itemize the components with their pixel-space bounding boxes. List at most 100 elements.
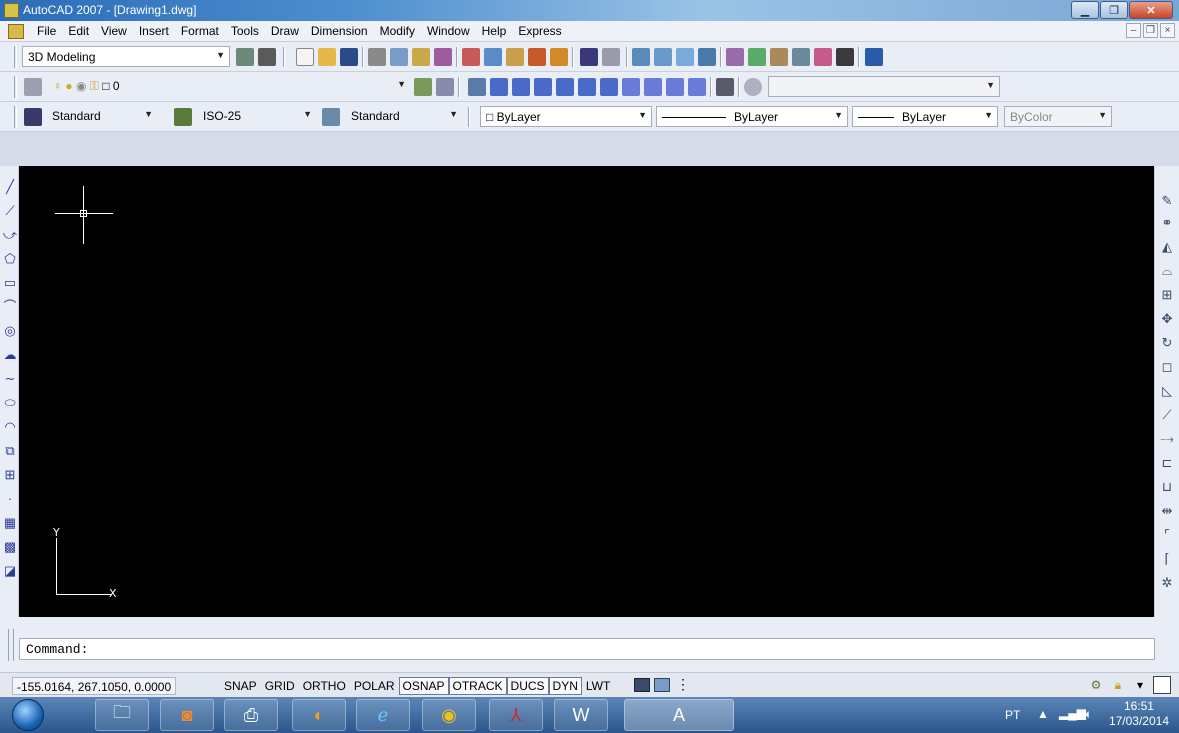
internet-explorer-taskbar-icon[interactable]: ℯ [356,699,410,731]
layer-previous-icon[interactable] [436,78,454,96]
autocad-taskbar-icon[interactable]: A [624,699,734,731]
workspace-select[interactable]: 3D Modeling ▼ [22,46,230,67]
network-app-taskbar-icon[interactable]: ⎙ [224,699,278,731]
communication-center-icon[interactable]: ⚙ [1087,676,1105,694]
table-style-select[interactable]: Standard ▼ [346,106,462,127]
named-view-select[interactable]: ▼ [768,76,1000,97]
line-icon[interactable]: ╱ [3,180,17,194]
paste-icon[interactable] [506,48,524,66]
plot-icon[interactable] [368,48,386,66]
make-block-icon[interactable]: ⊞ [3,468,17,482]
join-icon[interactable]: ⇹ [1160,504,1174,518]
region-icon[interactable]: ◪ [3,564,17,578]
command-grip[interactable] [8,629,14,661]
status-lwt-button[interactable]: LWT [582,677,614,695]
offset-icon[interactable]: ⌓ [1160,264,1174,278]
linetype-select[interactable]: ByLayer ▼ [656,106,848,127]
stretch-icon[interactable]: ◺ [1160,384,1174,398]
table-style-icon[interactable] [322,108,340,126]
gradient-icon[interactable]: ▩ [3,540,17,554]
status-osnap-button[interactable]: OSNAP [398,677,449,695]
close-button[interactable]: ✕ [1129,1,1173,19]
toolbar-grip[interactable] [14,106,17,128]
circle-icon[interactable]: ◎ [3,324,17,338]
ellipse-arc-icon[interactable]: ◠ [3,420,17,434]
zoom-realtime-icon[interactable] [654,48,672,66]
plotstyle-select[interactable]: ByColor ▼ [1004,106,1112,127]
properties-icon[interactable] [726,48,744,66]
status-ducs-button[interactable]: DUCS [506,677,549,695]
zoom-previous-icon[interactable] [698,48,716,66]
ellipse-icon[interactable]: ⬭ [3,396,17,410]
volume-icon[interactable]: 🔈︎ [1085,707,1092,722]
show-hidden-icons-icon[interactable]: ▲ [1037,707,1049,721]
firefox-taskbar-icon[interactable]: ◐ [292,699,346,731]
spline-icon[interactable]: ∼ [3,372,17,386]
rotate-icon[interactable]: ↻ [1160,336,1174,350]
chrome-taskbar-icon[interactable]: ◉ [422,699,476,731]
status-snap-button[interactable]: SNAP [220,677,261,695]
make-object-layer-current-icon[interactable] [414,78,432,96]
menu-insert[interactable]: Insert [133,24,175,38]
doc-close-button[interactable]: × [1160,23,1175,38]
top-view-icon[interactable] [490,78,508,96]
maximize-button[interactable]: ❐ [1100,1,1128,19]
acrobat-taskbar-icon[interactable]: ⅄ [489,699,543,731]
dim-style-select[interactable]: ISO-25 ▼ [198,106,316,127]
text-style-select[interactable]: Standard ▼ [47,106,157,127]
open-file-icon[interactable] [318,48,336,66]
camera-icon[interactable] [716,78,734,96]
word-taskbar-icon[interactable]: W [554,699,608,731]
ne-iso-view-icon[interactable] [666,78,684,96]
design-center-icon[interactable] [748,48,766,66]
mirror-icon[interactable]: ◭ [1160,240,1174,254]
menu-help[interactable]: Help [476,24,513,38]
construction-line-icon[interactable]: ⟋ [3,204,17,218]
point-icon[interactable]: · [3,492,17,506]
workspace-save-icon[interactable] [258,48,276,66]
color-select[interactable]: □ ByLayer ▼ [480,106,652,127]
sheet-set-icon[interactable] [792,48,810,66]
extend-icon[interactable]: ⤍ [1160,432,1174,446]
3d-dwf-icon[interactable] [434,48,452,66]
explorer-taskbar-icon[interactable]: 🗀 [95,699,149,731]
break-icon[interactable]: ⊔ [1160,480,1174,494]
front-view-icon[interactable] [578,78,596,96]
move-icon[interactable]: ✥ [1160,312,1174,326]
layer-manager-icon[interactable] [24,78,42,96]
new-file-icon[interactable] [296,48,314,66]
pan-icon[interactable] [632,48,650,66]
toolbar-lock-icon[interactable]: 🔒︎ [1109,676,1127,694]
polyline-icon[interactable]: ⤻ [3,228,17,242]
sw-iso-view-icon[interactable] [622,78,640,96]
insert-block-icon[interactable]: ⧉ [3,444,17,458]
revision-cloud-icon[interactable]: ☁ [3,348,17,362]
dim-style-icon[interactable] [174,108,192,126]
doc-restore-button[interactable]: ❐ [1143,23,1158,38]
command-line[interactable]: Command: [19,638,1155,660]
arc-icon[interactable]: ⌒ [3,300,17,314]
layout-icon[interactable] [654,678,670,692]
block-editor-icon[interactable] [550,48,568,66]
calculator-icon[interactable] [836,48,854,66]
scale-icon[interactable]: ◻ [1160,360,1174,374]
ucs-icon[interactable] [744,78,762,96]
start-button[interactable] [12,699,44,731]
menu-tools[interactable]: Tools [225,24,265,38]
fillet-icon[interactable]: ⌈ [1160,552,1174,566]
help-icon[interactable] [865,48,883,66]
status-ortho-button[interactable]: ORTHO [299,677,350,695]
status-polar-button[interactable]: POLAR [350,677,399,695]
polygon-icon[interactable]: ⬠ [3,252,17,266]
back-view-icon[interactable] [600,78,618,96]
menu-dimension[interactable]: Dimension [305,24,374,38]
menu-edit[interactable]: Edit [62,24,95,38]
redo-icon[interactable] [602,48,620,66]
toolbar-grip[interactable] [14,46,17,68]
array-icon[interactable]: ⊞ [1160,288,1174,302]
menu-format[interactable]: Format [175,24,225,38]
clean-screen-icon[interactable] [1153,676,1171,694]
menu-draw[interactable]: Draw [265,24,305,38]
explode-icon[interactable]: ✲ [1160,576,1174,590]
cut-icon[interactable] [462,48,480,66]
